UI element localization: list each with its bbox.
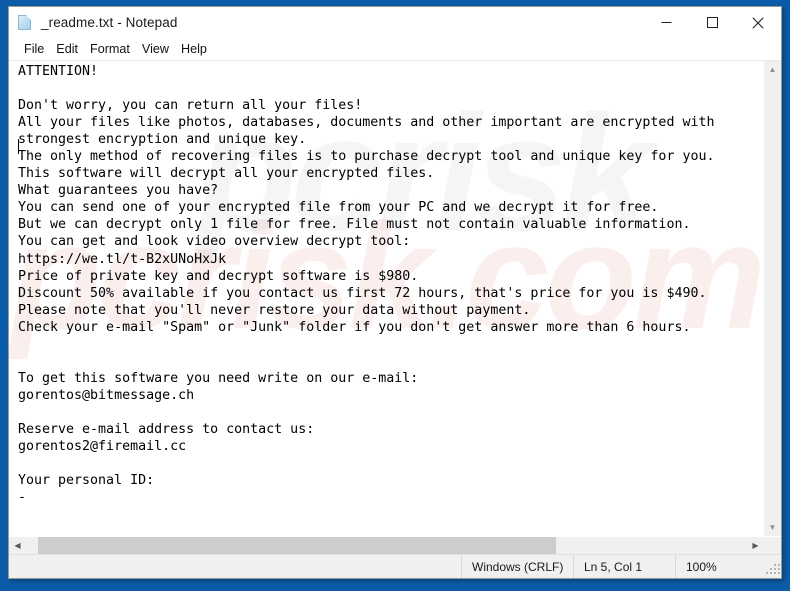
horizontal-scrollbar-track[interactable]: [26, 537, 747, 554]
menu-bar: File Edit Format View Help: [9, 38, 781, 61]
menu-item-help[interactable]: Help: [175, 40, 213, 59]
menu-item-format[interactable]: Format: [84, 40, 136, 59]
window-title: _readme.txt - Notepad: [41, 15, 178, 30]
vertical-scrollbar-track[interactable]: [764, 78, 781, 519]
minimize-icon: [661, 22, 671, 23]
scroll-right-icon[interactable]: ▶: [747, 537, 764, 554]
text-editor-viewport[interactable]: pcrisk pcrisk.com ATTENTION! Don't worry…: [9, 61, 763, 536]
scrollbar-corner: [764, 537, 781, 554]
maximize-icon: [706, 17, 718, 28]
maximize-button[interactable]: [689, 7, 735, 38]
menu-item-edit[interactable]: Edit: [50, 40, 84, 59]
notepad-window: _readme.txt - Notepad File Edit Format V…: [8, 6, 782, 579]
horizontal-scrollbar[interactable]: ◀ ▶: [9, 536, 781, 554]
editor-area: pcrisk pcrisk.com ATTENTION! Don't worry…: [9, 61, 781, 536]
status-line-ending: Windows (CRLF): [461, 555, 573, 578]
window-controls: [643, 7, 781, 38]
status-cursor-position: Ln 5, Col 1: [573, 555, 675, 578]
status-zoom-level: 100%: [675, 555, 765, 578]
resize-grip-icon[interactable]: [765, 555, 781, 578]
title-bar-left: _readme.txt - Notepad: [9, 14, 177, 31]
ransom-note-text[interactable]: ATTENTION! Don't worry, you can return a…: [9, 61, 763, 506]
notepad-document-icon: [17, 14, 34, 31]
close-button[interactable]: [735, 7, 781, 38]
menu-item-view[interactable]: View: [136, 40, 175, 59]
menu-item-file[interactable]: File: [18, 40, 50, 59]
text-caret: [18, 139, 19, 154]
scroll-down-icon[interactable]: ▼: [764, 519, 781, 536]
horizontal-scrollbar-thumb[interactable]: [38, 537, 556, 554]
minimize-button[interactable]: [643, 7, 689, 38]
scroll-left-icon[interactable]: ◀: [9, 537, 26, 554]
vertical-scrollbar[interactable]: ▲ ▼: [763, 61, 781, 536]
close-icon: [752, 16, 764, 29]
title-bar[interactable]: _readme.txt - Notepad: [9, 7, 781, 38]
status-bar: Windows (CRLF) Ln 5, Col 1 100%: [9, 554, 781, 578]
scroll-up-icon[interactable]: ▲: [764, 61, 781, 78]
